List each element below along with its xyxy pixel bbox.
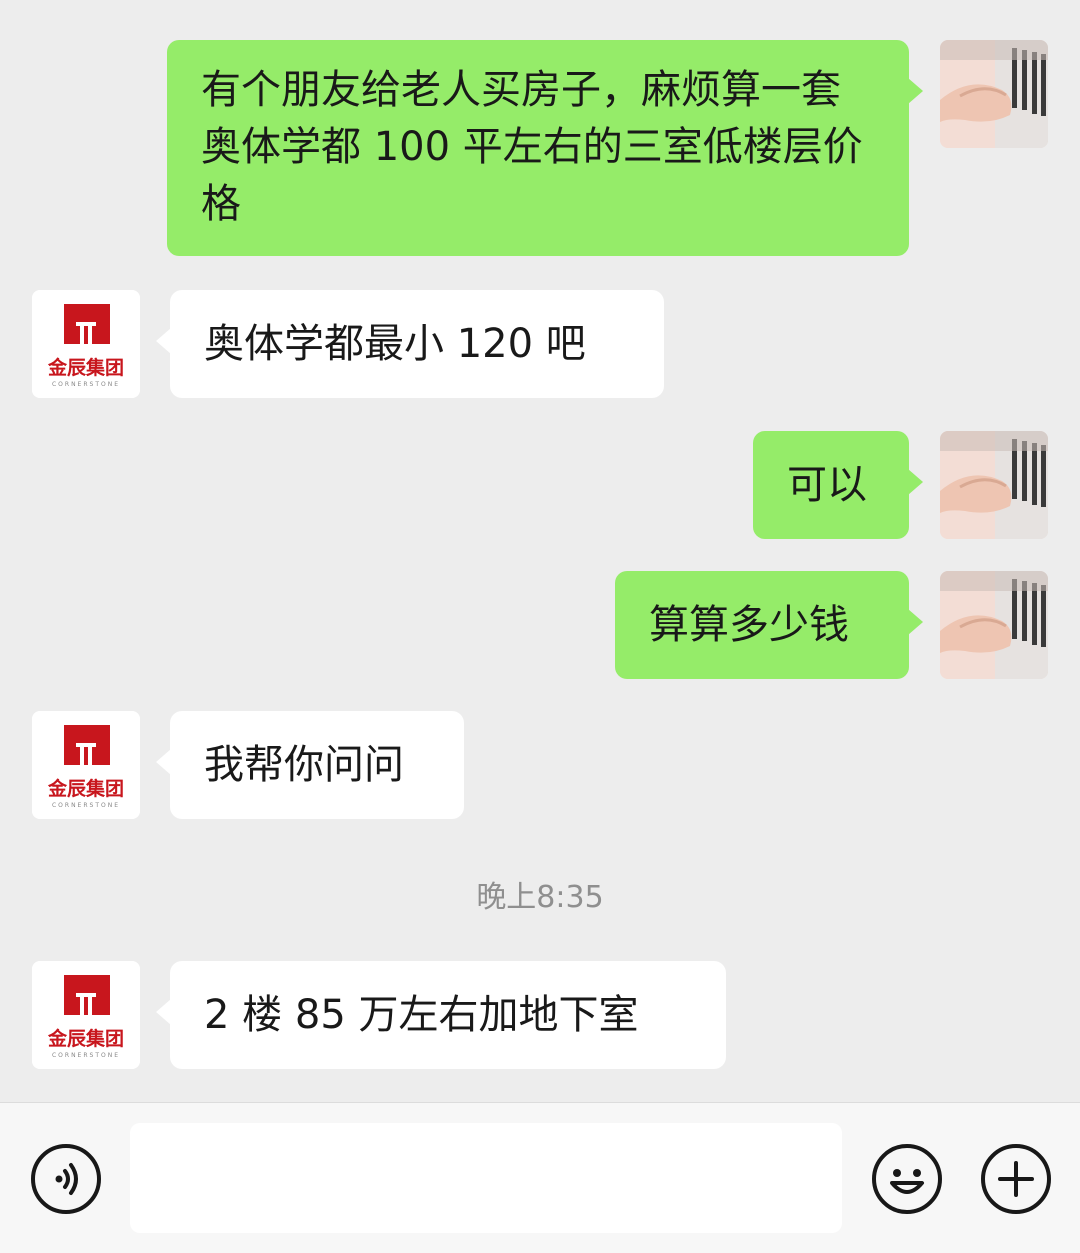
logo-subtext: CORNERSTONE [52,381,120,388]
my-avatar[interactable] [940,431,1048,539]
message-bubble-received[interactable]: 2 楼 85 万左右加地下室 [156,961,726,1069]
company-logo: 金辰集团 CORNERSTONE [32,711,140,819]
my-avatar[interactable] [940,40,1048,148]
message-text: 算算多少钱 [649,602,849,648]
message-timestamp: 晚上8:35 [476,880,604,915]
message-text: 奥体学都最小 120 吧 [204,321,586,367]
message-text: 我帮你问问 [204,742,404,788]
logo-subtext: CORNERSTONE [52,802,120,809]
chat-input-bar [0,1102,1080,1253]
message-bubble-sent[interactable]: 可以 [753,431,923,539]
contact-avatar[interactable]: 金辰集团 CORNERSTONE [32,711,140,819]
message-bubble-received[interactable]: 我帮你问问 [156,711,464,819]
company-logo: 金辰集团 CORNERSTONE [32,290,140,398]
logo-text: 金辰集团 [47,777,124,800]
message-bubble-received[interactable]: 奥体学都最小 120 吧 [156,290,664,398]
piano-photo [940,431,1048,539]
logo-text: 金辰集团 [47,1027,124,1050]
message-text: 2 楼 85 万左右加地下室 [204,992,639,1038]
my-avatar[interactable] [940,571,1048,679]
voice-icon[interactable] [30,1143,102,1215]
company-logo: 金辰集团 CORNERSTONE [32,961,140,1069]
logo-subtext: CORNERSTONE [52,1052,120,1059]
plus-icon[interactable] [980,1143,1052,1215]
message-bubble-sent[interactable]: 算算多少钱 [615,571,923,679]
logo-text: 金辰集团 [47,356,124,379]
piano-photo [940,40,1048,148]
piano-photo [940,571,1048,679]
message-input[interactable] [130,1123,842,1233]
message-bubble-sent[interactable]: 有个朋友给老人买房子，麻烦算一套奥体学都 100 平左右的三室低楼层价格 [167,40,923,256]
emoji-icon[interactable] [871,1143,943,1215]
contact-avatar[interactable]: 金辰集团 CORNERSTONE [32,290,140,398]
message-text: 有个朋友给老人买房子，麻烦算一套奥体学都 100 平左右的三室低楼层价格 [201,67,863,227]
contact-avatar[interactable]: 金辰集团 CORNERSTONE [32,961,140,1069]
message-text: 可以 [787,462,867,508]
chat-area[interactable]: 有个朋友给老人买房子，麻烦算一套奥体学都 100 平左右的三室低楼层价格 金辰集… [0,0,1080,1102]
